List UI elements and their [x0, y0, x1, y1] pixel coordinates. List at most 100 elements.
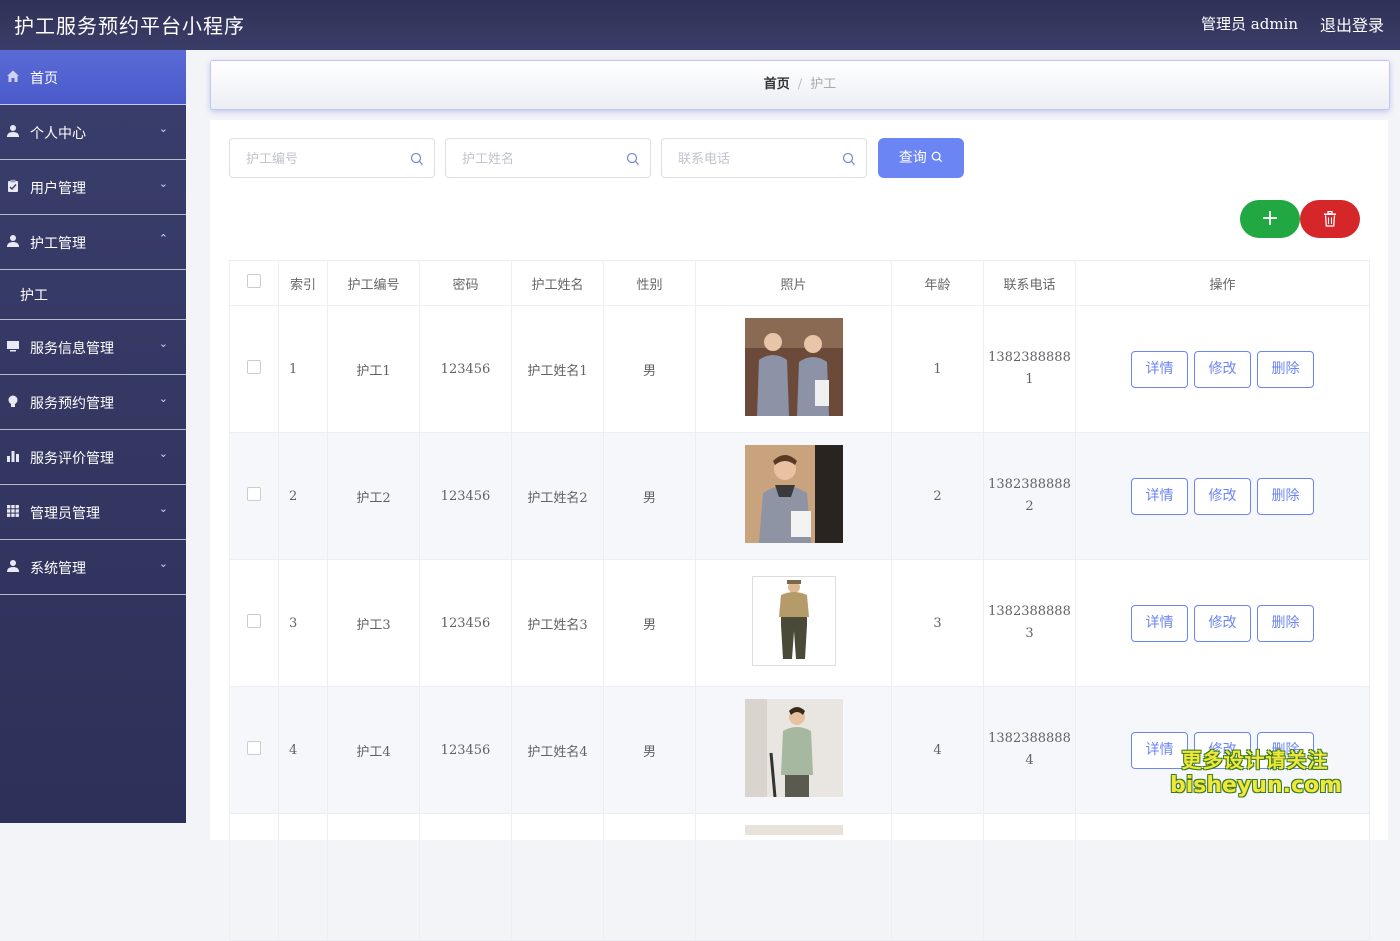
worker-no-cell: 护工1: [327, 305, 420, 433]
delete-button[interactable]: 删除: [1257, 604, 1314, 642]
phone-part: 3: [1025, 626, 1034, 641]
edit-button[interactable]: 修改: [1194, 477, 1251, 515]
bar-chart-icon: [7, 451, 19, 462]
actions-cell: 详情 修改 删除: [1075, 305, 1370, 433]
detail-button[interactable]: 详情: [1131, 477, 1188, 515]
phone-part: 2: [1025, 499, 1034, 514]
sidebar-subitem-worker[interactable]: 护工: [0, 270, 186, 320]
table-row: 3 护工3 123456 护工姓名3 男 3 1382388888 3 详情 修改删…: [229, 559, 1370, 687]
age-cell: [891, 813, 984, 941]
column-header: 联系电话: [983, 260, 1076, 306]
password-cell: 123456: [419, 686, 512, 814]
sidebar-item-service-booking[interactable]: 服务预约管理 ⌄: [0, 375, 186, 430]
breadcrumb: 首页 / 护工: [210, 60, 1390, 110]
phone-cell: 1382388888 2: [983, 432, 1076, 560]
password-cell: 123456: [419, 432, 512, 560]
row-checkbox[interactable]: [247, 614, 261, 628]
phone-part: 1: [1025, 372, 1034, 387]
phone-input[interactable]: [676, 139, 840, 179]
sidebar-item-service-review[interactable]: 服务评价管理 ⌄: [0, 430, 186, 485]
actions-cell: [1075, 813, 1370, 941]
logout-button[interactable]: 退出登录: [1320, 12, 1384, 36]
gender-cell: 男: [603, 559, 696, 687]
phone-search-field[interactable]: [661, 138, 867, 179]
add-button[interactable]: +: [1240, 200, 1300, 238]
photo-cell: [695, 432, 892, 560]
query-button[interactable]: 查询: [878, 138, 964, 178]
gender-cell: 男: [603, 432, 696, 560]
index-cell: 1: [278, 305, 328, 433]
age-cell: 1: [891, 305, 984, 433]
home-icon: [7, 70, 19, 82]
phone-part: 1382388888: [988, 350, 1071, 365]
sidebar-item-label: 护工: [20, 288, 48, 304]
delete-button[interactable]: 删除: [1257, 350, 1314, 388]
chevron-down-icon: ⌄: [158, 337, 168, 350]
batch-delete-button[interactable]: [1300, 200, 1360, 238]
top-bar: 护工服务预约平台小程序 管理员 admin 退出登录: [0, 0, 1400, 50]
watermark-line: bisheyun.com: [1170, 773, 1343, 798]
sidebar-item-admin-management[interactable]: 管理员管理 ⌄: [0, 485, 186, 540]
row-checkbox[interactable]: [247, 487, 261, 501]
phone-cell: 1382388888 3: [983, 559, 1076, 687]
main-content: 首页 / 护工 查询 +: [186, 50, 1400, 941]
sidebar-item-personal-center[interactable]: 个人中心 ⌄: [0, 105, 186, 160]
search-icon: [931, 151, 943, 163]
gender-cell: [603, 813, 696, 941]
select-all-checkbox[interactable]: [247, 274, 261, 288]
search-icon: [842, 152, 855, 165]
trash-icon: [1324, 211, 1336, 227]
actions-cell: 详情 修改 删除: [1075, 559, 1370, 687]
phone-cell: 1382388888 1: [983, 305, 1076, 433]
worker-name-input[interactable]: [460, 139, 624, 179]
chevron-down-icon: ⌄: [158, 557, 168, 570]
detail-button[interactable]: 详情: [1131, 350, 1188, 388]
grid-icon: [7, 505, 19, 517]
age-cell: 2: [891, 432, 984, 560]
gender-cell: 男: [603, 305, 696, 433]
photo-cell: [695, 686, 892, 814]
row-checkbox[interactable]: [247, 741, 261, 755]
phone-part: 1382388888: [988, 477, 1071, 492]
index-cell: [278, 813, 328, 941]
worker-no-cell: [327, 813, 420, 941]
detail-button[interactable]: 详情: [1131, 604, 1188, 642]
select-cell: [229, 813, 279, 941]
index-cell: 3: [278, 559, 328, 687]
column-header: 索引: [278, 260, 328, 306]
worker-no-input[interactable]: [244, 139, 408, 179]
age-cell: 3: [891, 559, 984, 687]
watermark: 更多设计请关注 bisheyun.com: [1170, 744, 1343, 798]
sidebar-item-service-info[interactable]: 服务信息管理 ⌄: [0, 320, 186, 375]
sidebar-item-user-management[interactable]: 用户管理 ⌄: [0, 160, 186, 215]
column-header: 护工姓名: [511, 260, 604, 306]
chevron-down-icon: ⌄: [158, 392, 168, 405]
phone-part: 1382388888: [988, 604, 1071, 619]
sidebar-item-label: 首页: [30, 71, 58, 87]
edit-button[interactable]: 修改: [1194, 350, 1251, 388]
actions-cell: 详情 修改 删除: [1075, 432, 1370, 560]
sidebar-item-label: 系统管理: [30, 561, 86, 577]
search-icon: [626, 152, 639, 165]
row-checkbox[interactable]: [247, 360, 261, 374]
worker-name-search-field[interactable]: [445, 138, 651, 179]
phone-cell: [983, 813, 1076, 941]
sidebar: 首页 个人中心 ⌄ 用户管理 ⌄ 护工管理 ⌃ 护工 服务信息管理 ⌄ 服务预约…: [0, 50, 186, 823]
phone-cell: 1382388888 4: [983, 686, 1076, 814]
app-title: 护工服务预约平台小程序: [14, 14, 245, 38]
user-icon: [7, 560, 19, 572]
select-cell: [229, 432, 279, 560]
sidebar-item-worker-management[interactable]: 护工管理 ⌃: [0, 215, 186, 270]
lightbulb-icon: [8, 395, 18, 407]
sidebar-item-home[interactable]: 首页: [0, 50, 186, 105]
delete-button[interactable]: 删除: [1257, 477, 1314, 515]
password-cell: [419, 813, 512, 941]
edit-button[interactable]: 修改: [1194, 604, 1251, 642]
content-panel: 查询 + 索引 护工编号 密码 护工姓名 性别 照片: [210, 120, 1388, 941]
worker-table: 索引 护工编号 密码 护工姓名 性别 照片 年龄 联系电话 操作 1 护工1 1…: [229, 260, 1370, 941]
sidebar-item-system-management[interactable]: 系统管理 ⌄: [0, 540, 186, 595]
select-all-cell: [229, 260, 279, 306]
worker-no-search-field[interactable]: [229, 138, 435, 179]
phone-part: 4: [1025, 753, 1034, 768]
breadcrumb-home[interactable]: 首页: [764, 77, 790, 92]
